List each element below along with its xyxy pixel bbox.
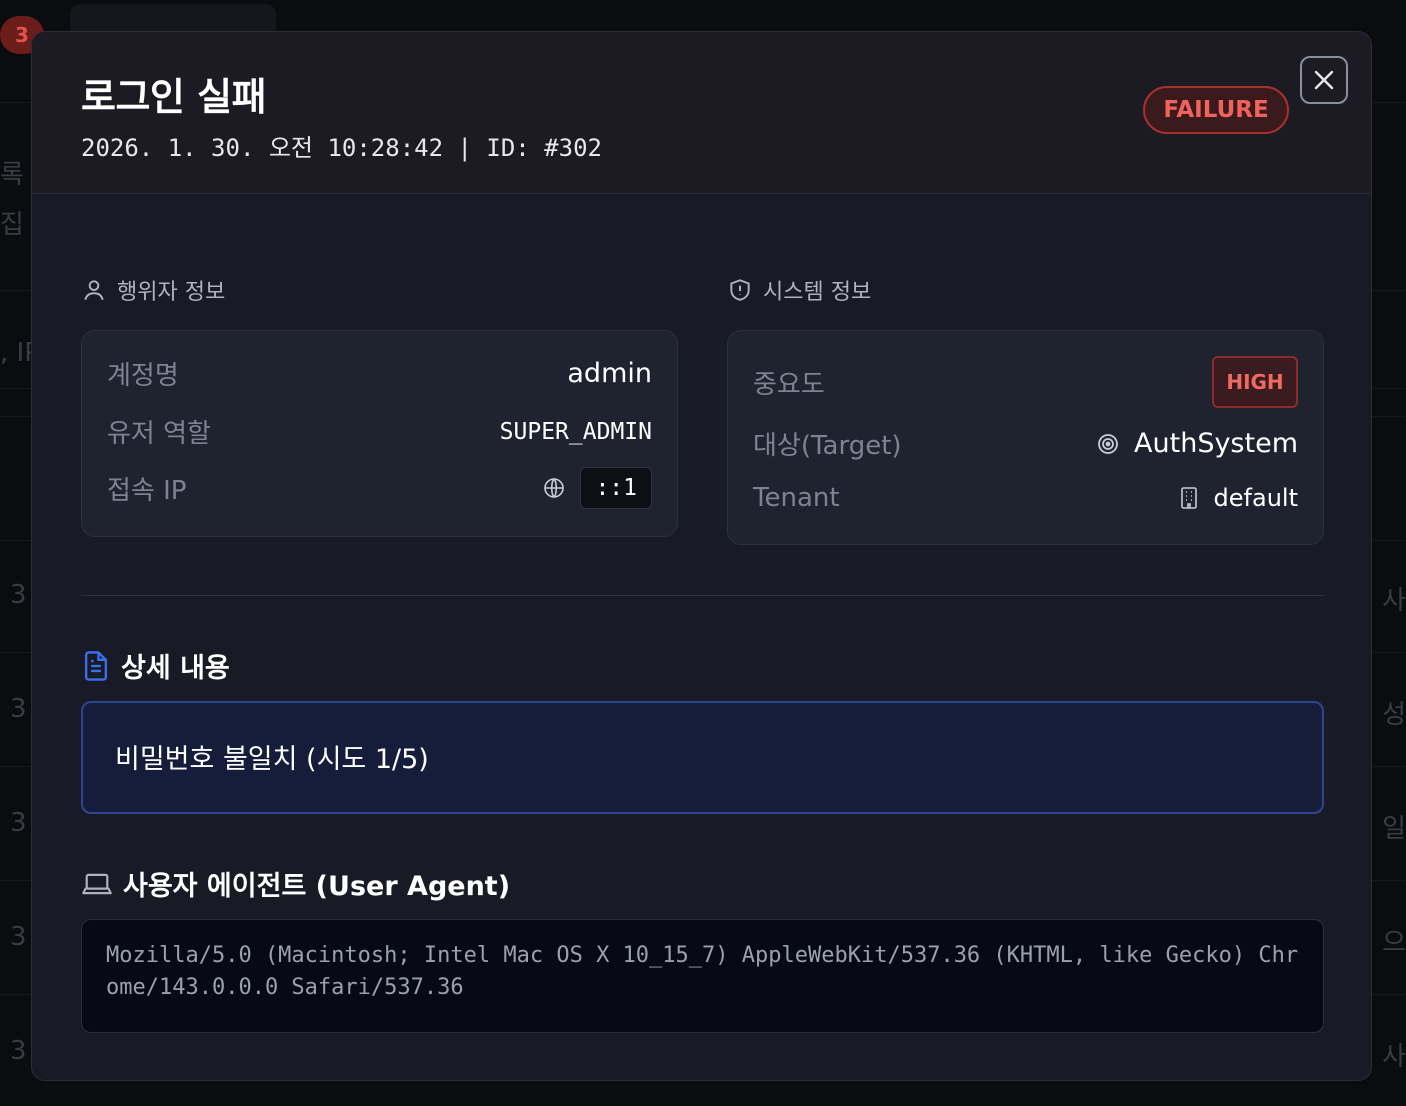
- user-icon: [81, 277, 107, 303]
- target-name: AuthSystem: [1134, 428, 1298, 459]
- background-text: 3: [10, 922, 27, 952]
- file-text-icon: [81, 650, 111, 682]
- row-key: 대상(Target): [753, 431, 902, 461]
- row-key: Tenant: [753, 483, 840, 513]
- row-key: 중요도: [753, 369, 825, 400]
- status-badge: FAILURE: [1143, 86, 1289, 134]
- target-value-group: AuthSystem: [1096, 428, 1298, 459]
- severity-badge: HIGH: [1212, 356, 1298, 408]
- actor-row-role: 유저 역할 SUPER_ADMIN: [107, 413, 652, 450]
- detail-content-box: 비밀번호 불일치 (시도 1/5): [81, 701, 1324, 814]
- ip-value-group: ::1: [542, 467, 652, 509]
- target-icon: [1096, 432, 1120, 456]
- log-meta: 2026. 1. 30. 오전 10:28:42 | ID: #302: [81, 134, 602, 162]
- detail-text: 비밀번호 불일치 (시도 1/5): [115, 744, 429, 775]
- section-divider: [81, 595, 1324, 596]
- actor-row-ip: 접속 IP ::1: [107, 467, 652, 509]
- background-text: 3: [10, 1036, 27, 1066]
- system-section-label: 시스템 정보: [727, 274, 871, 306]
- laptop-icon: [81, 870, 113, 898]
- close-button[interactable]: [1300, 56, 1348, 104]
- tenant-value-group: default: [1178, 484, 1298, 512]
- system-row-tenant: Tenant default: [753, 483, 1298, 513]
- background-text: 사: [1382, 586, 1406, 616]
- modal-header: 로그인 실패 2026. 1. 30. 오전 10:28:42 | ID: #3…: [32, 32, 1371, 194]
- shield-alert-icon: [727, 277, 753, 303]
- ip-address: ::1: [580, 467, 652, 509]
- modal-title: 로그인 실패: [81, 75, 267, 119]
- tenant-name: default: [1213, 484, 1298, 512]
- background-text: 사: [1382, 1042, 1406, 1072]
- background-text: 으: [1382, 928, 1406, 958]
- actor-row-account: 계정명 admin: [107, 355, 652, 392]
- background-text: 3: [10, 808, 27, 838]
- system-row-target: 대상(Target) AuthSystem: [753, 425, 1298, 462]
- close-icon: [1312, 68, 1336, 92]
- background-text: 3: [10, 694, 27, 724]
- background-text: 록: [0, 160, 24, 190]
- building-icon: [1178, 486, 1200, 510]
- user-role: SUPER_ADMIN: [499, 418, 652, 445]
- account-name: admin: [567, 358, 652, 389]
- user-agent-box: Mozilla/5.0 (Macintosh; Intel Mac OS X 1…: [81, 919, 1324, 1033]
- row-key: 유저 역할: [107, 419, 211, 449]
- detail-section-label: 상세 내용: [81, 646, 230, 685]
- globe-icon: [542, 476, 566, 500]
- audit-log-detail-modal: 로그인 실패 2026. 1. 30. 오전 10:28:42 | ID: #3…: [31, 31, 1372, 1081]
- background-text: 성: [1382, 700, 1406, 730]
- user-agent-section-label: 사용자 에이전트 (User Agent): [81, 864, 510, 903]
- actor-info-card: 계정명 admin 유저 역할 SUPER_ADMIN 접속 IP ::1: [81, 330, 678, 537]
- background-text: 일: [1382, 814, 1406, 844]
- row-key: 접속 IP: [107, 475, 187, 506]
- actor-section-label: 행위자 정보: [81, 274, 225, 306]
- system-row-severity: 중요도 HIGH: [753, 356, 1298, 408]
- system-info-card: 중요도 HIGH 대상(Target) AuthSystem Tenant de…: [727, 330, 1324, 545]
- background-text: 집: [0, 210, 24, 240]
- background-text: 3: [10, 580, 27, 610]
- row-key: 계정명: [107, 361, 179, 391]
